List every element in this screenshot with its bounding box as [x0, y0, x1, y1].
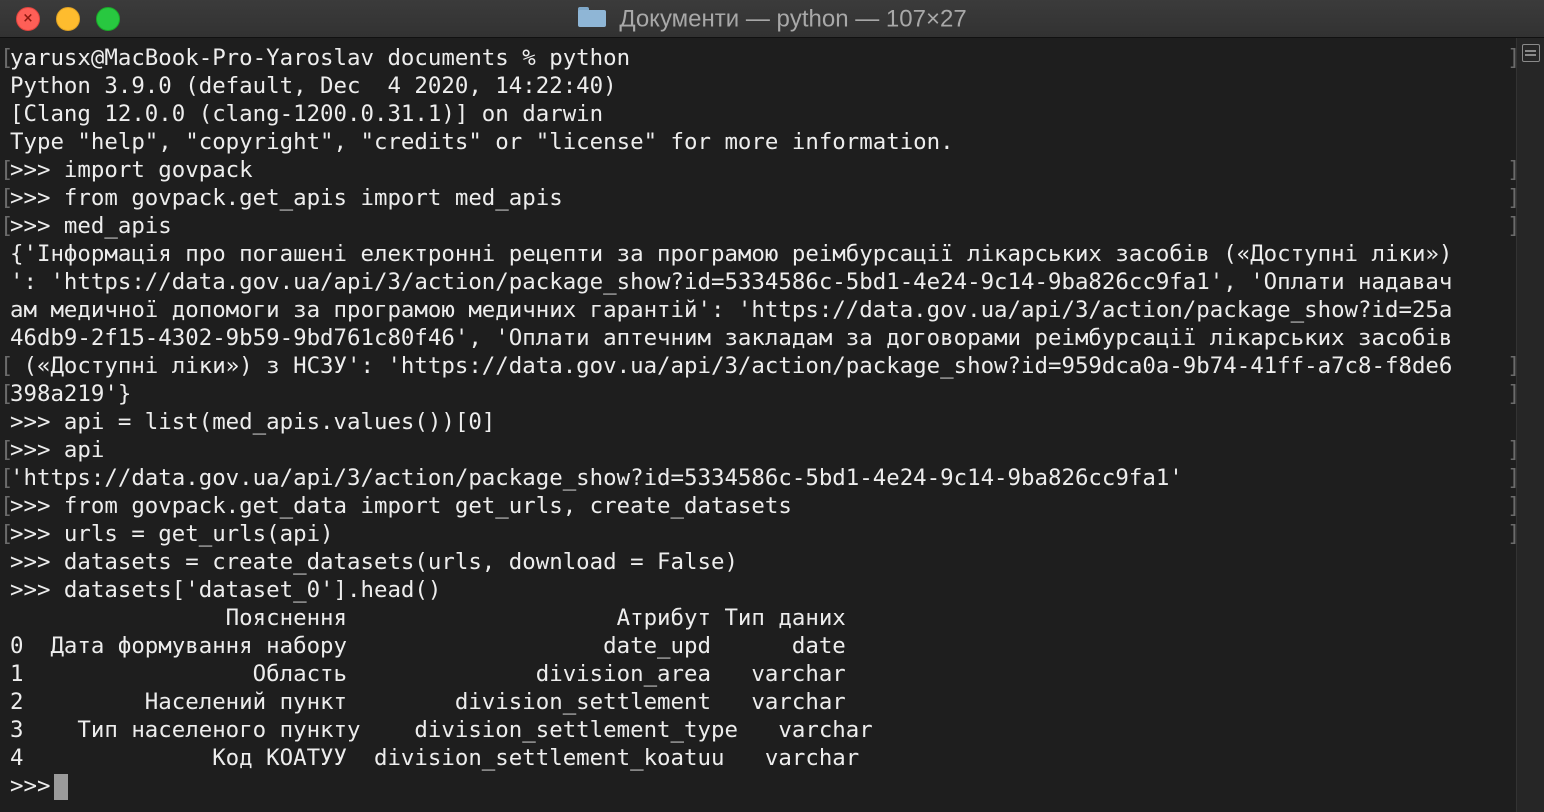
terminal-line: >>> import govpack [10, 157, 253, 183]
mark-bracket-left: [ [0, 45, 14, 71]
mark-bracket-left: [ [0, 213, 14, 239]
terminal-line: [Clang 12.0.0 (clang-1200.0.31.1)] on da… [10, 101, 604, 127]
terminal-output[interactable]: yarusx@MacBook-Pro-Yaroslav documents % … [0, 38, 1520, 812]
mark-bracket-left: [ [0, 465, 14, 491]
mark-bracket-left: [ [0, 493, 14, 519]
terminal-line: >>> [10, 772, 69, 800]
terminal-line: 'https://data.gov.ua/api/3/action/packag… [10, 465, 1183, 491]
mark-bracket-left: [ [0, 157, 14, 183]
terminal-line: >>> from govpack.get_apis import med_api… [10, 185, 563, 211]
mark-bracket-left: [ [0, 381, 14, 407]
terminal-line: 0 Дата формування набору date_upd date [10, 633, 846, 659]
terminal-line: >>> datasets = create_datasets(urls, dow… [10, 549, 738, 575]
mark-bracket-left: [ [0, 185, 14, 211]
terminal-line: ам медичної допомоги за програмою медичн… [10, 297, 1453, 323]
scrollbar[interactable] [1516, 38, 1544, 812]
terminal-line: («Доступні ліки») з НСЗУ': 'https://data… [10, 353, 1453, 379]
terminal-line: 1 Область division_area varchar [10, 661, 846, 687]
terminal-line: Python 3.9.0 (default, Dec 4 2020, 14:22… [10, 73, 617, 99]
text-cursor [54, 773, 69, 800]
mark-bracket-left: [ [0, 521, 14, 547]
terminal-line: >>> api = list(med_apis.values())[0] [10, 409, 496, 435]
mark-bracket-left: [ [0, 437, 14, 463]
terminal-line: Пояснення Атрибут Тип даних [10, 605, 846, 631]
window-title-wrap: Документи — python — 107×27 [0, 0, 1544, 38]
terminal-line: yarusx@MacBook-Pro-Yaroslav documents % … [10, 45, 631, 71]
terminal-line: {'Інформація про погашені електронні рец… [10, 241, 1453, 267]
terminal-line: >>> med_apis [10, 213, 172, 239]
terminal-line: >>> from govpack.get_data import get_url… [10, 493, 792, 519]
terminal-line: 4 Код КОАТУУ division_settlement_koatuu … [10, 745, 860, 771]
title-bar[interactable]: × Документи — python — 107×27 [0, 0, 1544, 38]
window-title: Документи — python — 107×27 [619, 5, 967, 33]
terminal-line: >>> datasets['dataset_0'].head() [10, 577, 442, 603]
terminal-line: 398a219'} [10, 381, 132, 407]
terminal-line: ': 'https://data.gov.ua/api/3/action/pac… [10, 269, 1453, 295]
terminal-line: 3 Тип населеного пункту division_settlem… [10, 717, 873, 743]
terminal-line: >>> api [10, 437, 105, 463]
terminal-line: Type "help", "copyright", "credits" or "… [10, 129, 954, 155]
terminal-line: 2 Населений пункт division_settlement va… [10, 689, 846, 715]
terminal-line: >>> urls = get_urls(api) [10, 521, 334, 547]
mark-bracket-left: [ [0, 353, 14, 379]
list-icon[interactable] [1522, 44, 1540, 62]
terminal-window: × Документи — python — 107×27 yarusx@Mac… [0, 0, 1544, 812]
folder-icon [577, 6, 607, 28]
terminal-line: 46db9-2f15-4302-9b59-9bd761c80f46', 'Опл… [10, 325, 1453, 351]
